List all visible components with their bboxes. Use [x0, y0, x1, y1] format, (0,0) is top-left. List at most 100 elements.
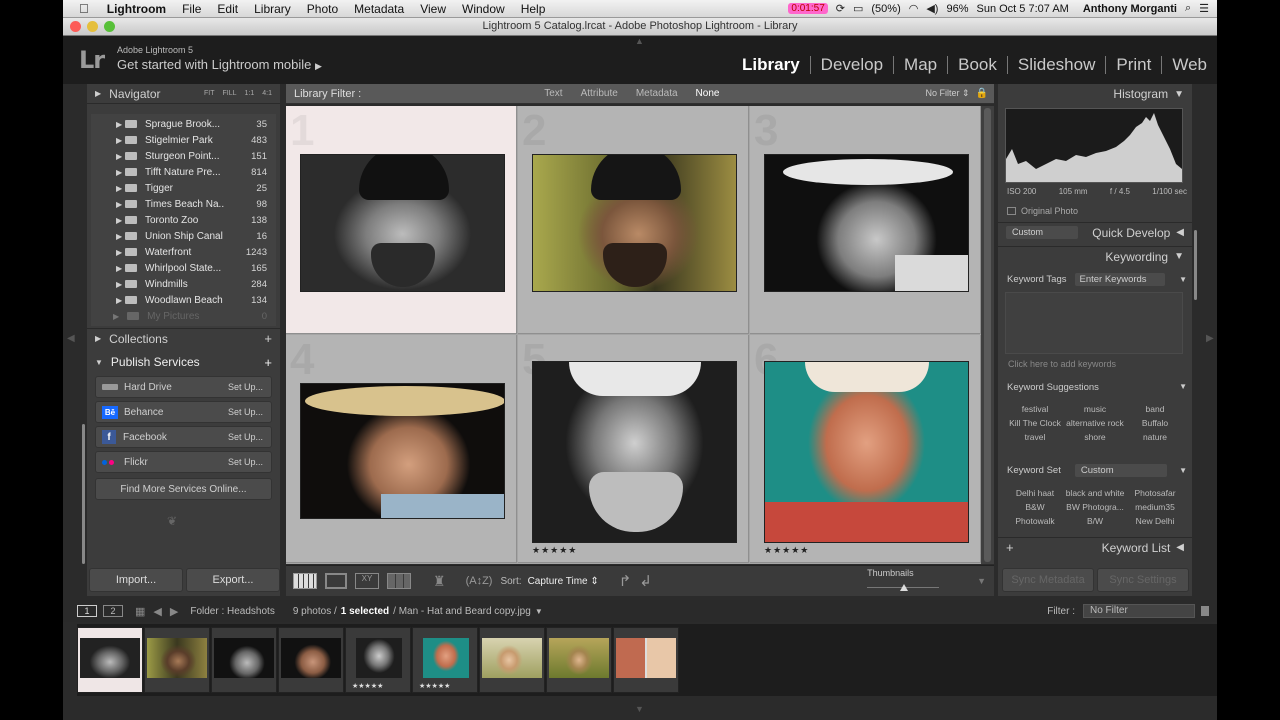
setup-button[interactable]: Set Up... [228, 382, 263, 392]
triangle-right-icon[interactable]: ▶ [116, 232, 122, 241]
left-scrollbar[interactable] [82, 424, 85, 564]
folder-row[interactable]: ▶ Windmills 284 [91, 276, 276, 292]
folder-row[interactable]: ▶ Whirlpool State... 165 [91, 260, 276, 276]
keyword-set-item[interactable]: medium35 [1125, 502, 1185, 512]
sync-settings-button[interactable]: Sync Settings [1097, 568, 1189, 592]
menu-photo[interactable]: Photo [299, 2, 346, 16]
keyword-suggestion[interactable]: shore [1065, 432, 1125, 442]
folder-row[interactable]: ▶ Times Beach Na... 98 [91, 196, 276, 212]
keyword-suggestion[interactable]: Buffalo [1125, 418, 1185, 428]
add-keyword-icon[interactable]: + [1006, 540, 1014, 555]
filter-lock-icon[interactable] [1201, 606, 1209, 616]
keyword-set-item[interactable]: New Delhi [1125, 516, 1185, 526]
keyword-set-item[interactable]: B/W [1065, 516, 1125, 526]
keyword-set-item[interactable]: Photosafar [1125, 488, 1185, 498]
zoom-icon[interactable] [104, 21, 115, 32]
folder-row[interactable]: ▶ Stigelmier Park 483 [91, 132, 276, 148]
minimize-icon[interactable] [87, 21, 98, 32]
keyword-set-item[interactable]: Photowalk [1005, 516, 1065, 526]
triangle-right-icon[interactable]: ▶ [116, 280, 122, 289]
keyword-tags-dropdown[interactable]: Enter Keywords [1074, 273, 1165, 286]
module-slideshow[interactable]: Slideshow [1006, 56, 1106, 74]
lightroom-mobile-link[interactable]: Get started with Lightroom mobile ▶ [117, 57, 322, 72]
grid-view-icon[interactable] [293, 573, 317, 589]
spray-can-icon[interactable]: ♜ [433, 573, 446, 590]
wifi-icon[interactable]: ◠ [909, 2, 919, 15]
keyword-set-dropdown[interactable]: Custom [1074, 464, 1167, 477]
filter-tab-attribute[interactable]: Attribute [581, 88, 618, 99]
folder-row[interactable]: ▶ Sprague Brook... 35 [91, 116, 276, 132]
rotate-left-icon[interactable]: ↱ [619, 572, 632, 590]
keyword-set-item[interactable]: B&W [1005, 502, 1065, 512]
zoom-fill[interactable]: FILL [223, 90, 237, 97]
bottom-panel-toggle-icon[interactable]: ▼ [635, 704, 644, 714]
original-photo-toggle[interactable]: Original Photo [1007, 206, 1078, 216]
toolbar-menu-icon[interactable]: ▼ [977, 576, 986, 586]
keyword-suggestion[interactable]: alternative rock [1065, 418, 1125, 428]
photo-thumbnail[interactable] [764, 154, 969, 292]
window-2-button[interactable]: 2 [103, 605, 123, 617]
module-web[interactable]: Web [1161, 56, 1217, 74]
notification-icon[interactable]: ☰ [1199, 2, 1209, 15]
filmstrip-filter-dropdown[interactable]: No Filter [1083, 604, 1195, 618]
grid-cell-4[interactable]: 4 [286, 335, 517, 563]
loupe-view-icon[interactable] [325, 573, 347, 589]
grid-scrollbar[interactable] [981, 106, 994, 564]
folder-row[interactable]: ▶ Tigger 25 [91, 180, 276, 196]
filmstrip-thumb[interactable] [211, 627, 277, 693]
photo-thumbnail[interactable] [300, 154, 505, 292]
photo-thumbnail[interactable] [300, 383, 505, 519]
triangle-right-icon[interactable]: ▶ [116, 216, 122, 225]
left-panel-toggle-icon[interactable]: ◀ [67, 333, 75, 344]
folder-row[interactable]: ▶ Tifft Nature Pre... 814 [91, 164, 276, 180]
zoom-1-1[interactable]: 1:1 [245, 90, 255, 97]
menu-window[interactable]: Window [454, 2, 513, 16]
folder-row[interactable]: ▶ Toronto Zoo 138 [91, 212, 276, 228]
scrollbar-thumb[interactable] [984, 108, 991, 562]
triangle-right-icon[interactable]: ▶ [116, 184, 122, 193]
filter-tab-text[interactable]: Text [544, 88, 562, 99]
grid-cell-1[interactable]: 1 [286, 106, 517, 334]
publish-service-behance[interactable]: Bē Behance Set Up... [95, 401, 272, 423]
menu-help[interactable]: Help [513, 2, 554, 16]
grid-cell-6[interactable]: 6 ★★★★★ [750, 335, 981, 563]
close-icon[interactable] [70, 21, 81, 32]
keyword-suggestion[interactable]: nature [1125, 432, 1185, 442]
collections-header[interactable]: ▶ Collections + [87, 328, 280, 348]
keyword-suggestion[interactable]: travel [1005, 432, 1065, 442]
publish-service-facebook[interactable]: f Facebook Set Up... [95, 426, 272, 448]
filmstrip-thumb[interactable] [479, 627, 545, 693]
folder-row[interactable]: ▶ Woodlawn Beach 134 [91, 292, 276, 308]
photo-thumbnail[interactable] [532, 361, 737, 543]
keyword-set-item[interactable]: BW Photogra... [1065, 502, 1125, 512]
keyword-set-item[interactable]: black and white [1065, 488, 1125, 498]
keyword-list-header[interactable]: + Keyword List ◀ [998, 537, 1192, 557]
module-map[interactable]: Map [893, 56, 947, 74]
top-panel-toggle-icon[interactable]: ▲ [635, 36, 644, 46]
filmstrip-thumb[interactable] [77, 627, 143, 693]
volume-icon[interactable]: ◀) [926, 2, 938, 15]
module-print[interactable]: Print [1105, 56, 1161, 74]
back-arrow-icon[interactable]: ◀ [153, 605, 161, 618]
publish-service-hard-drive[interactable]: Hard Drive Set Up... [95, 376, 272, 398]
keyword-suggestion[interactable]: music [1065, 404, 1125, 414]
sync-metadata-button[interactable]: Sync Metadata [1002, 568, 1094, 592]
folder-row[interactable]: ▶ Union Ship Canal 16 [91, 228, 276, 244]
triangle-right-icon[interactable]: ▶ [116, 200, 122, 209]
rating-stars[interactable]: ★★★★★ [764, 545, 809, 556]
keyword-suggestion[interactable]: Kill The Clock [1005, 418, 1065, 428]
apple-icon[interactable]:  [63, 1, 99, 16]
folder-row[interactable]: ▶ Sturgeon Point... 151 [91, 148, 276, 164]
module-develop[interactable]: Develop [809, 56, 893, 74]
keyword-suggestion[interactable]: festival [1005, 404, 1065, 414]
sort-dropdown[interactable]: Capture Time ⇕ [528, 576, 599, 587]
keyword-suggestion[interactable]: band [1125, 404, 1185, 414]
filmstrip-thumb[interactable] [613, 627, 679, 693]
histogram-header[interactable]: Histogram ▼ [998, 84, 1192, 104]
grid-cell-5[interactable]: 5 ★★★★★ [518, 335, 749, 563]
navigator-header[interactable]: ▶ Navigator FIT FILL 1:1 4:1 [87, 84, 280, 104]
survey-view-icon[interactable] [387, 573, 411, 589]
battery-icon[interactable]: ▭ [853, 2, 863, 15]
export-button[interactable]: Export... [186, 568, 280, 592]
right-scrollbar[interactable] [1194, 230, 1197, 300]
